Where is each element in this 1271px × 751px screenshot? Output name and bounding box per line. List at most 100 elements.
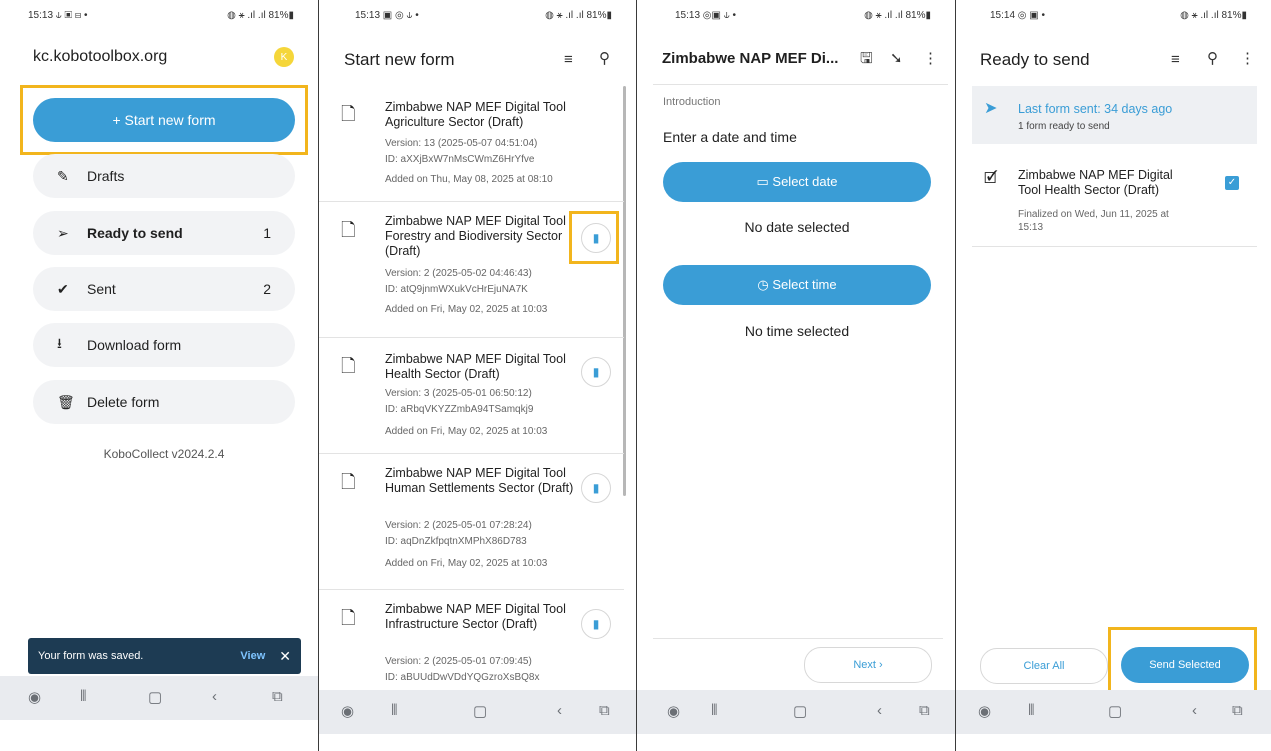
- status-indicators: ◍ ⚹ .ıl .ıl 81%▮: [1180, 10, 1247, 21]
- document-icon: 🗋: [341, 608, 356, 628]
- status-bar: 15:13 ◎▣ ⫝ • ◍ ⚹ .ıl .ıl 81%▮: [637, 10, 955, 26]
- recent-apps-icon[interactable]: ⦀: [80, 688, 87, 705]
- menu-ready-to-send[interactable]: ➢ Ready to send 1: [33, 211, 295, 255]
- system-nav-bar: ◉ ⦀ ▢ ‹ ⧉: [0, 676, 318, 720]
- send-icon: ➤: [984, 100, 998, 117]
- keyboard-icon[interactable]: ⧉: [919, 702, 930, 719]
- document-icon: 🗋: [341, 104, 356, 124]
- form-version: Version: 13 (2025-05-07 04:51:04): [385, 138, 538, 149]
- keyboard-icon[interactable]: ⧉: [599, 702, 610, 719]
- home-icon[interactable]: ▢: [793, 702, 807, 720]
- form-added: Added on Fri, May 02, 2025 at 10:03: [385, 558, 548, 569]
- more-options-icon[interactable]: ⋮: [1240, 51, 1255, 66]
- menu-label: Delete form: [87, 394, 160, 410]
- home-icon[interactable]: ▢: [473, 702, 487, 720]
- menu-delete-form[interactable]: 🗑 Delete form: [33, 380, 295, 424]
- document-check-icon: 🗹: [984, 170, 998, 187]
- form-list-item[interactable]: 🗋 Zimbabwe NAP MEF Digital Tool Health S…: [319, 338, 624, 454]
- no-time-text: No time selected: [744, 323, 850, 339]
- select-time-button[interactable]: ◷ Select time: [663, 265, 931, 305]
- next-button[interactable]: Next ›: [804, 647, 932, 683]
- keyboard-icon[interactable]: ⧉: [272, 688, 283, 705]
- send-selected-button[interactable]: Send Selected: [1121, 647, 1249, 683]
- form-title: Zimbabwe NAP MEF Digital Tool Health Sec…: [385, 352, 566, 381]
- menu-download-form[interactable]: ⭳ Download form: [33, 323, 295, 367]
- snackbar: Your form was saved. View ✕: [28, 638, 301, 674]
- form-id: ID: aqDnZkfpqtnXMPhX86D783: [385, 536, 527, 547]
- status-bar: 15:13 ▣ ◎ ⫝ • ◍ ⚹ .ıl .ıl 81%▮: [319, 10, 636, 26]
- map-icon[interactable]: ▮: [581, 609, 611, 639]
- back-icon[interactable]: ‹: [1192, 702, 1197, 719]
- status-indicators: ◍ ⚹ .ıl .ıl 81%▮: [864, 10, 931, 21]
- document-icon: 🗋: [341, 472, 356, 492]
- system-nav-bar: ◉ ⦀ ▢ ‹ ⧉: [319, 690, 636, 734]
- page-title: Start new form: [344, 50, 455, 69]
- status-indicators: ◍ ⚹ .ıl .ıl 81%▮: [227, 10, 294, 21]
- checkbox-checked[interactable]: ✓: [1225, 176, 1239, 190]
- form-added: Added on Fri, May 02, 2025 at 10:03: [385, 304, 548, 315]
- question-label: Enter a date and time: [663, 129, 797, 145]
- recent-apps-icon[interactable]: ⦀: [391, 702, 398, 719]
- form-title: Zimbabwe NAP MEF Digital Tool Human Sett…: [385, 466, 574, 495]
- keyboard-icon[interactable]: ⧉: [1232, 702, 1243, 719]
- form-version: Version: 3 (2025-05-01 06:50:12): [385, 388, 532, 399]
- back-icon[interactable]: ‹: [212, 688, 217, 705]
- last-sent-banner: ➤ Last form sent: 34 days ago 1 form rea…: [972, 86, 1257, 144]
- system-nav-bar: ◉ ⦀ ▢ ‹ ⧉: [637, 690, 955, 734]
- menu-label: Drafts: [87, 168, 125, 184]
- page-title: Ready to send: [980, 50, 1090, 69]
- form-title: Zimbabwe NAP MEF Digital Tool Health Sec…: [1018, 168, 1173, 197]
- status-time: 15:13 ⫝ ▣ ⊟ •: [28, 10, 88, 21]
- form-list-item[interactable]: 🗋 Zimbabwe NAP MEF Digital Tool Human Se…: [319, 454, 624, 590]
- check-circle-icon: ✔: [57, 280, 69, 297]
- jump-icon[interactable]: ➘: [890, 51, 903, 66]
- ready-form-item[interactable]: 🗹 Zimbabwe NAP MEF Digital Tool Health S…: [972, 156, 1257, 247]
- sort-icon[interactable]: ≡: [564, 52, 573, 67]
- banner-subtitle: 1 form ready to send: [1018, 121, 1110, 132]
- menu-sent[interactable]: ✔ Sent 2: [33, 267, 295, 311]
- form-list-item[interactable]: 🗋 Zimbabwe NAP MEF Digital Tool Infrastr…: [319, 590, 624, 690]
- clear-all-button[interactable]: Clear All: [980, 648, 1108, 684]
- form-id: ID: aXXjBxW7nMsCWmZ6HrYfve: [385, 154, 535, 165]
- banner-title: Last form sent: 34 days ago: [1018, 102, 1173, 116]
- map-icon[interactable]: ▮: [581, 223, 611, 253]
- bixby-icon[interactable]: ◉: [341, 702, 354, 720]
- snackbar-view-button[interactable]: View: [240, 650, 265, 662]
- home-icon[interactable]: ▢: [148, 688, 162, 706]
- save-icon[interactable]: 🖫: [860, 51, 873, 66]
- form-list-item[interactable]: 🗋 Zimbabwe NAP MEF Digital Tool Forestry…: [319, 202, 624, 338]
- search-icon[interactable]: ⚲: [1207, 51, 1218, 66]
- more-options-icon[interactable]: ⋮: [923, 51, 938, 66]
- map-icon[interactable]: ▮: [581, 473, 611, 503]
- panel-main-menu: 15:13 ⫝ ▣ ⊟ • ◍ ⚹ .ıl .ıl 81%▮ kc.koboto…: [0, 0, 318, 751]
- form-id: ID: aBUUdDwVDdYQGzroXsBQ8x: [385, 672, 540, 683]
- footer-divider: [653, 638, 943, 639]
- form-version: Version: 2 (2025-05-02 04:46:43): [385, 268, 532, 279]
- form-added: Added on Thu, May 08, 2025 at 08:10: [385, 174, 553, 185]
- form-list-item[interactable]: 🗋 Zimbabwe NAP MEF Digital Tool Agricult…: [319, 86, 624, 202]
- back-icon[interactable]: ‹: [877, 702, 882, 719]
- snackbar-message: Your form was saved.: [38, 650, 144, 662]
- recent-apps-icon[interactable]: ⦀: [1028, 702, 1035, 719]
- sort-icon[interactable]: ≡: [1171, 52, 1180, 67]
- recent-apps-icon[interactable]: ⦀: [711, 702, 718, 719]
- bixby-icon[interactable]: ◉: [978, 702, 991, 720]
- home-icon[interactable]: ▢: [1108, 702, 1122, 720]
- status-bar: 15:13 ⫝ ▣ ⊟ • ◍ ⚹ .ıl .ıl 81%▮: [0, 10, 318, 26]
- select-date-button[interactable]: ▭ Select date: [663, 162, 931, 202]
- menu-label: Ready to send: [87, 225, 183, 241]
- status-bar: 15:14 ◎ ▣ • ◍ ⚹ .ıl .ıl 81%▮: [956, 10, 1271, 26]
- map-icon[interactable]: ▮: [581, 357, 611, 387]
- avatar[interactable]: K: [274, 47, 294, 67]
- bixby-icon[interactable]: ◉: [667, 702, 680, 720]
- start-new-form-button[interactable]: + Start new form: [33, 98, 295, 142]
- bixby-icon[interactable]: ◉: [28, 688, 41, 706]
- search-icon[interactable]: ⚲: [599, 51, 610, 66]
- app-version: KoboCollect v2024.2.4: [103, 447, 225, 461]
- menu-drafts[interactable]: ✎ Drafts: [33, 154, 295, 198]
- menu-count: 1: [263, 225, 271, 241]
- status-indicators: ◍ ⚹ .ıl .ıl 81%▮: [545, 10, 612, 21]
- close-icon[interactable]: ✕: [279, 648, 291, 665]
- status-time: 15:14 ◎ ▣ •: [990, 10, 1046, 21]
- back-icon[interactable]: ‹: [557, 702, 562, 719]
